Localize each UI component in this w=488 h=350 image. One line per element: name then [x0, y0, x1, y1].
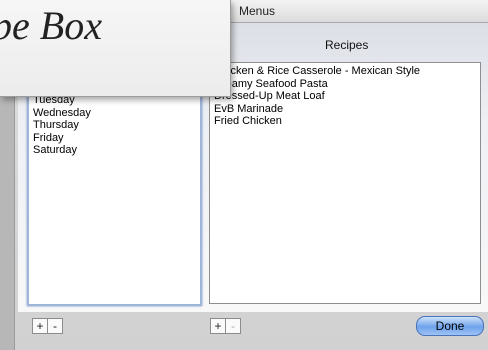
remove-day-button[interactable]: - [47, 319, 62, 333]
days-add-remove-control: + - [32, 318, 63, 334]
days-list[interactable]: Tuesday Wednesday Thursday Friday Saturd… [27, 62, 202, 306]
list-item-recipe[interactable]: Chicken & Rice Casserole - Mexican Style [210, 65, 420, 78]
list-item-recipe[interactable]: Creamy Seafood Pasta [210, 78, 420, 91]
window-title: pe Box [0, 3, 102, 48]
tab-menus[interactable]: Menus [239, 4, 275, 18]
recipes-list[interactable]: Chicken & Rice Casserole - Mexican Style… [209, 62, 481, 304]
list-item-day[interactable]: Friday [29, 132, 91, 145]
recipe-box-title-window: pe Box [0, 0, 231, 97]
list-item-day[interactable]: Saturday [29, 144, 91, 157]
list-item-recipe[interactable]: EvB Marinade [210, 103, 420, 116]
list-item-recipe[interactable]: Dressed-Up Meat Loaf [210, 90, 420, 103]
add-day-button[interactable]: + [33, 319, 47, 333]
list-item-recipe[interactable]: Fried Chicken [210, 115, 420, 128]
done-button[interactable]: Done [416, 316, 484, 336]
recipes-add-remove-control: + - [210, 318, 241, 334]
recipes-column-header: Recipes [325, 38, 369, 52]
list-item-day[interactable]: Wednesday [29, 107, 91, 120]
remove-recipe-button[interactable]: - [225, 319, 240, 333]
add-recipe-button[interactable]: + [211, 319, 225, 333]
list-item-day[interactable]: Thursday [29, 119, 91, 132]
